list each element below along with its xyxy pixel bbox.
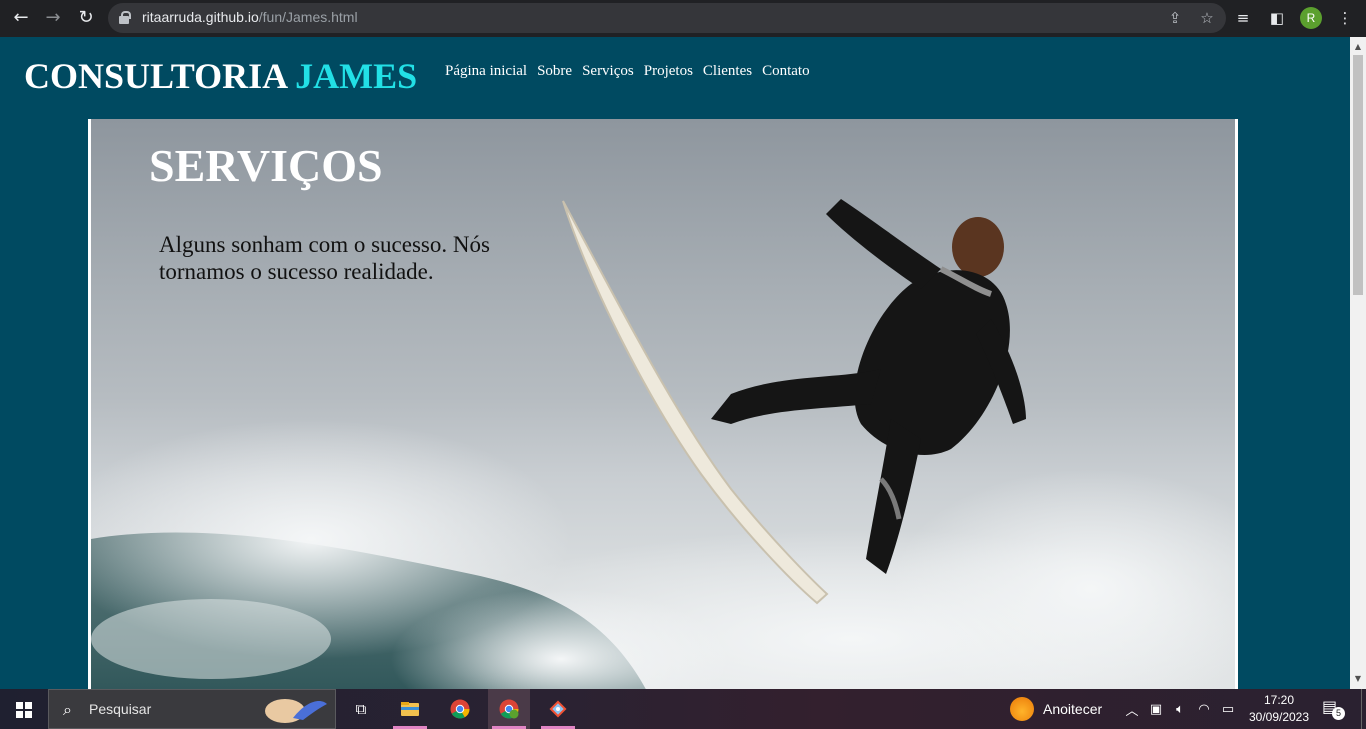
bookmark-star-icon[interactable]: ☆ <box>1198 8 1216 28</box>
start-button[interactable] <box>0 689 48 729</box>
chrome-icon <box>450 699 470 719</box>
tray-chevron-icon[interactable]: ︿ <box>1124 700 1140 719</box>
url-host: ritaarruda.github.io <box>142 9 259 25</box>
sunset-icon <box>1010 697 1034 721</box>
notification-badge: 5 <box>1332 707 1345 720</box>
git-button[interactable] <box>537 689 579 729</box>
browser-toolbar: ← → ↻ ritaarruda.github.io/fun/James.htm… <box>0 0 1366 37</box>
chrome-button[interactable] <box>439 689 481 729</box>
url-text[interactable]: ritaarruda.github.io/fun/James.html <box>142 9 358 25</box>
side-panel-icon[interactable]: ◧ <box>1266 5 1288 31</box>
clock-date: 30/09/2023 <box>1248 710 1310 724</box>
chrome-profile-button[interactable] <box>488 689 530 729</box>
forward-arrow-icon[interactable]: → <box>40 5 66 31</box>
back-arrow-icon[interactable]: ← <box>8 5 34 31</box>
lock-icon[interactable] <box>119 11 131 24</box>
share-icon[interactable]: ⇪ <box>1166 8 1184 28</box>
nav-link-clientes[interactable]: Clientes <box>703 63 752 80</box>
url-path: /fun/James.html <box>258 9 358 25</box>
git-icon <box>549 700 567 718</box>
weather-widget[interactable]: Anoitecer <box>1010 689 1102 729</box>
media-queue-icon[interactable]: ≡ <box>1232 5 1254 31</box>
file-explorer-button[interactable] <box>389 689 431 729</box>
web-page: CONSULTORIA JAMES Página inicial Sobre S… <box>0 37 1350 689</box>
surfer-on-wave-image <box>91 199 1235 689</box>
profile-avatar[interactable]: R <box>1300 7 1322 29</box>
brand-main: CONSULTORIA <box>24 56 287 96</box>
search-icon: ⌕ <box>63 700 72 719</box>
system-tray: ︿ ▣ 🔈︎ ◠ ▭ <box>1124 689 1236 729</box>
file-explorer-icon <box>401 702 419 716</box>
scroll-thumb[interactable] <box>1353 55 1363 295</box>
windows-logo-icon <box>16 702 32 718</box>
hero-section: SERVIÇOS Alguns sonham com o sucesso. Nó… <box>88 119 1238 689</box>
task-view-button[interactable]: ⧉ <box>340 689 382 729</box>
windows-taskbar: ⌕ Pesquisar ⧉ Anoitecer ︿ ▣ 🔈︎ ◠ ▭ 17:20… <box>0 689 1366 729</box>
taskbar-search[interactable]: ⌕ Pesquisar <box>48 689 336 729</box>
weather-label: Anoitecer <box>1043 701 1103 717</box>
task-view-icon: ⧉ <box>355 700 367 718</box>
main-nav: Página inicial Sobre Serviços Projetos C… <box>445 63 810 80</box>
address-bar[interactable]: ritaarruda.github.io/fun/James.html ⇪ ☆ <box>108 3 1226 33</box>
reload-icon[interactable]: ↻ <box>73 5 99 31</box>
scroll-up-icon[interactable]: ▲ <box>1350 39 1366 55</box>
search-placeholder: Pesquisar <box>89 701 152 717</box>
search-highlight-illustration <box>265 699 327 723</box>
clock-time: 17:20 <box>1263 693 1295 707</box>
page-scrollbar[interactable]: ▲ ▼ <box>1350 37 1366 689</box>
page-title: SERVIÇOS <box>149 140 383 191</box>
menu-dots-icon[interactable]: ⋮ <box>1334 5 1356 31</box>
nav-link-inicio[interactable]: Página inicial <box>445 63 527 80</box>
nav-link-sobre[interactable]: Sobre <box>537 63 572 80</box>
taskbar-clock[interactable]: 17:20 30/09/2023 <box>1246 692 1312 726</box>
battery-icon[interactable]: ▭ <box>1220 702 1236 717</box>
wifi-icon[interactable]: ◠ <box>1196 702 1212 717</box>
notification-center-button[interactable]: ▤ 5 <box>1322 697 1346 721</box>
volume-icon[interactable]: 🔈︎ <box>1172 702 1188 717</box>
brand-accent: JAMES <box>295 56 418 96</box>
hero-tagline: Alguns sonham com o sucesso. Nós tornamo… <box>159 232 490 284</box>
scroll-down-icon[interactable]: ▼ <box>1350 671 1366 687</box>
chrome-profile-icon <box>499 699 519 719</box>
show-desktop-button[interactable] <box>1361 689 1366 729</box>
nav-link-projetos[interactable]: Projetos <box>644 63 693 80</box>
meet-now-icon[interactable]: ▣ <box>1148 702 1164 717</box>
nav-link-servicos[interactable]: Serviços <box>582 63 634 80</box>
nav-link-contato[interactable]: Contato <box>762 63 810 80</box>
site-brand[interactable]: CONSULTORIA JAMES <box>24 55 417 97</box>
